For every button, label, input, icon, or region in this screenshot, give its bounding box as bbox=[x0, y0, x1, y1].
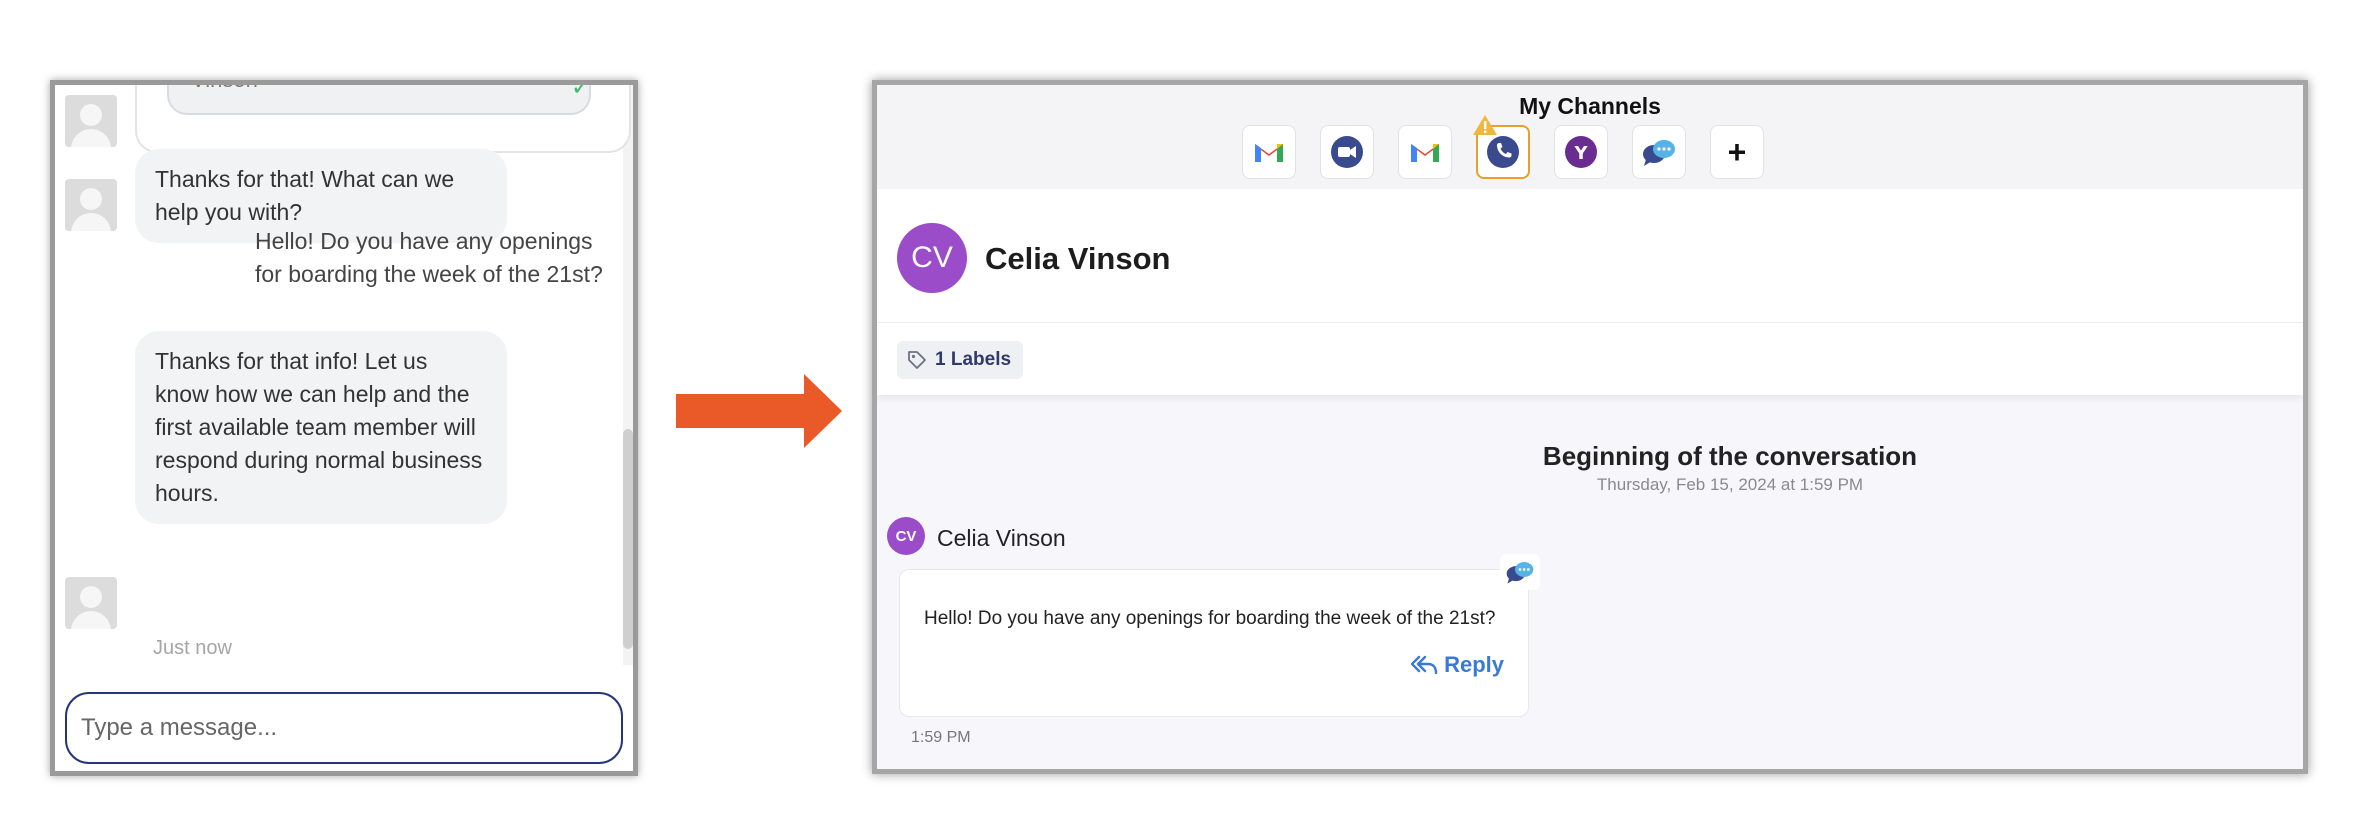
inbox-panel: My Channels Y + CV Celia Vinson 1 Labels… bbox=[872, 80, 2308, 774]
message-time: 1:59 PM bbox=[911, 729, 971, 746]
visitor-message: Hello! Do you have any openings for boar… bbox=[255, 228, 603, 287]
labels-count: 1 Labels bbox=[935, 349, 1012, 370]
channel-video-button[interactable] bbox=[1320, 125, 1374, 179]
message-input[interactable] bbox=[65, 692, 623, 764]
channel-badge bbox=[1500, 554, 1540, 590]
warning-icon bbox=[1473, 115, 1497, 135]
message-timestamp: Just now bbox=[153, 637, 232, 659]
reply-label: Reply bbox=[1444, 652, 1504, 677]
yahoo-icon: Y bbox=[1565, 136, 1597, 168]
reply-button[interactable]: Reply bbox=[1410, 652, 1504, 678]
agent-avatar bbox=[65, 95, 117, 147]
contact-name: Celia Vinson bbox=[985, 241, 1171, 276]
add-channel-button[interactable]: + bbox=[1710, 125, 1764, 179]
reply-all-icon bbox=[1410, 655, 1438, 675]
svg-text:Y: Y bbox=[1573, 143, 1588, 164]
right-arrow-icon bbox=[676, 374, 842, 448]
gmail-icon bbox=[1255, 144, 1283, 162]
channel-yahoo-button[interactable]: Y bbox=[1554, 125, 1608, 179]
channel-gmail-button[interactable] bbox=[1242, 125, 1296, 179]
video-call-icon bbox=[1331, 136, 1363, 168]
webchat-icon bbox=[1643, 140, 1675, 166]
check-icon: ✓ bbox=[570, 80, 591, 101]
tag-icon bbox=[908, 351, 926, 369]
channel-webchat-button[interactable] bbox=[1632, 125, 1686, 179]
labels-chip[interactable]: 1 Labels bbox=[897, 341, 1024, 379]
chat-widget: Vinson ✓ Thanks for that! What can we he… bbox=[50, 80, 638, 776]
channel-gmail-button[interactable] bbox=[1398, 125, 1452, 179]
channels-title: My Channels bbox=[1519, 93, 1661, 119]
message-card: Hello! Do you have any openings for boar… bbox=[899, 554, 1540, 717]
conversation-title: Beginning of the conversation bbox=[1542, 441, 1918, 471]
labels-row: 1 Labels bbox=[877, 323, 2303, 395]
contact-header: CV Celia Vinson bbox=[877, 189, 2303, 323]
previous-message-text: Vinson bbox=[191, 85, 258, 93]
gmail-icon bbox=[1411, 144, 1439, 162]
sender-avatar: CV bbox=[887, 517, 925, 555]
previous-message-card: Vinson ✓ bbox=[135, 80, 631, 153]
agent-avatar bbox=[65, 179, 117, 231]
previous-message-field: Vinson bbox=[167, 85, 591, 115]
contact-avatar[interactable]: CV bbox=[897, 223, 967, 293]
webchat-icon bbox=[1506, 562, 1534, 584]
sender-name: Celia Vinson bbox=[937, 525, 1066, 551]
agent-avatar bbox=[65, 577, 117, 629]
channels-bar: My Channels Y + bbox=[877, 85, 2303, 189]
channel-phone-button[interactable] bbox=[1473, 115, 1530, 179]
agent-message-bubble: Thanks for that info! Let us know how we… bbox=[135, 331, 507, 524]
conversation-date: Thursday, Feb 15, 2024 at 1:59 PM bbox=[1596, 475, 1864, 494]
phone-icon bbox=[1487, 136, 1519, 168]
plus-icon: + bbox=[1727, 133, 1747, 170]
scrollbar-thumb[interactable] bbox=[623, 429, 633, 649]
scrollbar-track[interactable] bbox=[623, 85, 633, 665]
message-text: Hello! Do you have any openings for boar… bbox=[924, 608, 1496, 629]
